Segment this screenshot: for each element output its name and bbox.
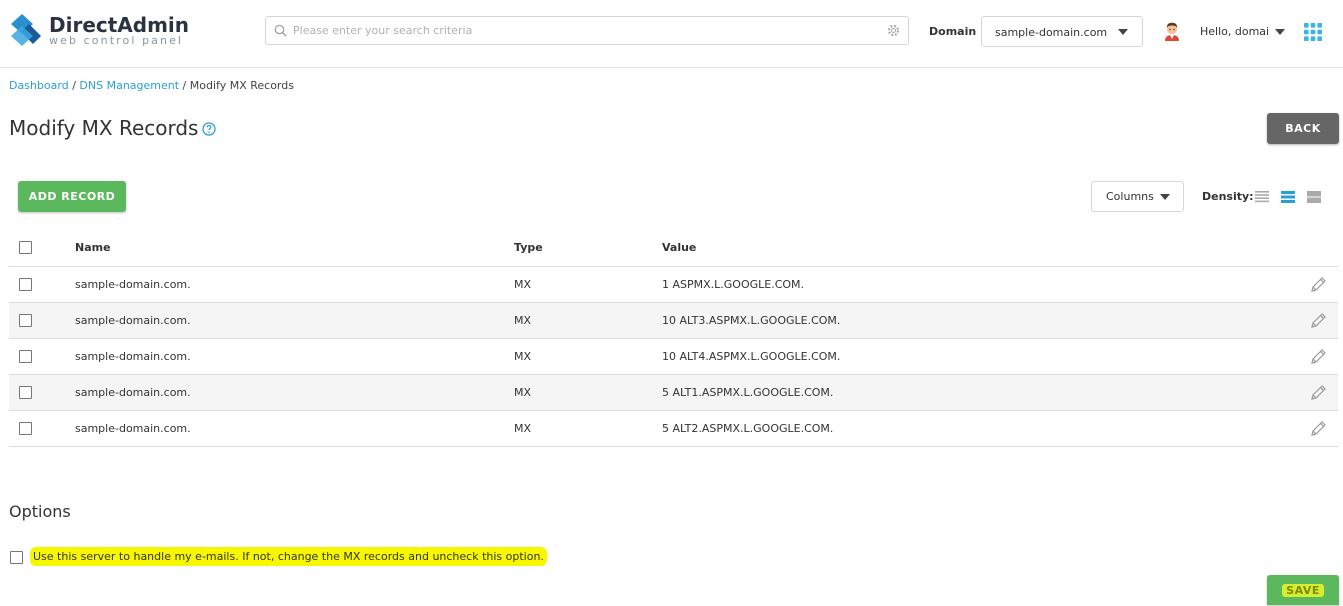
record-type: MX [514,278,532,291]
domain-select[interactable]: sample-domain.com [981,16,1143,47]
options-heading: Options [9,502,71,521]
row-checkbox[interactable] [19,386,32,399]
search-input[interactable] [293,17,873,44]
density-compact-icon[interactable] [1255,190,1269,204]
breadcrumb-current: Modify MX Records [189,79,294,92]
user-menu-chevron-icon[interactable] [1275,29,1285,35]
brand-subtitle: web control panel [49,34,184,47]
save-button-label: SAVE [1282,584,1324,597]
column-header-name[interactable]: Name [75,241,111,254]
columns-dropdown[interactable]: Columns [1091,181,1184,212]
edit-pencil-icon[interactable] [1309,276,1327,294]
record-name: sample-domain.com. [75,350,191,363]
edit-pencil-icon[interactable] [1309,312,1327,330]
breadcrumb-separator: / [182,79,187,92]
record-type: MX [514,386,532,399]
record-type: MX [514,314,532,327]
row-checkbox[interactable] [19,278,32,291]
directadmin-logo-icon [11,14,41,46]
record-type: MX [514,422,532,435]
search-settings-gear-icon[interactable] [887,24,900,37]
density-label: Density: [1202,190,1254,203]
user-avatar[interactable] [1161,20,1183,42]
user-greeting[interactable]: Hello, domai [1200,25,1269,38]
table-row[interactable]: sample-domain.com. MX 5 ALT2.ASPMX.L.GOO… [9,411,1338,447]
columns-dropdown-label: Columns [1106,190,1154,203]
breadcrumb-dashboard-link[interactable]: Dashboard [9,79,69,92]
record-name: sample-domain.com. [75,278,191,291]
add-record-button[interactable]: ADD RECORD [18,181,126,212]
apps-grid-icon[interactable] [1304,23,1322,41]
breadcrumb: Dashboard / DNS Management / Modify MX R… [9,79,294,92]
help-icon[interactable] [202,122,216,136]
column-header-value[interactable]: Value [662,241,696,254]
back-button[interactable]: BACK [1267,113,1339,144]
record-value: 1 ASPMX.L.GOOGLE.COM. [662,278,805,291]
table-row[interactable]: sample-domain.com. MX 5 ALT1.ASPMX.L.GOO… [9,375,1338,411]
record-value: 10 ALT3.ASPMX.L.GOOGLE.COM. [662,314,841,327]
handle-email-checkbox[interactable] [10,551,23,564]
top-header: DirectAdmin web control panel Domain sam… [0,0,1343,68]
brand-logo[interactable]: DirectAdmin web control panel [9,12,199,52]
page-title: Modify MX Records [9,116,199,140]
domain-select-value: sample-domain.com [995,26,1108,39]
edit-pencil-icon[interactable] [1309,348,1327,366]
table-header-row: Name Type Value [9,230,1338,267]
record-name: sample-domain.com. [75,422,191,435]
search-icon [274,24,287,37]
density-standard-icon[interactable] [1281,190,1295,204]
chevron-down-icon [1118,29,1128,35]
row-checkbox[interactable] [19,422,32,435]
breadcrumb-dns-management-link[interactable]: DNS Management [79,79,179,92]
row-checkbox[interactable] [19,314,32,327]
breadcrumb-separator: / [72,79,76,92]
save-button[interactable]: SAVE [1267,575,1339,605]
edit-pencil-icon[interactable] [1309,384,1327,402]
handle-email-label[interactable]: Use this server to handle my e-mails. If… [30,547,547,566]
record-name: sample-domain.com. [75,314,191,327]
chevron-down-icon [1160,194,1170,200]
column-header-type[interactable]: Type [514,241,543,254]
record-value: 5 ALT2.ASPMX.L.GOOGLE.COM. [662,422,834,435]
table-row[interactable]: sample-domain.com. MX 1 ASPMX.L.GOOGLE.C… [9,267,1338,303]
density-comfortable-icon[interactable] [1307,190,1321,204]
table-row[interactable]: sample-domain.com. MX 10 ALT4.ASPMX.L.GO… [9,339,1338,375]
table-row[interactable]: sample-domain.com. MX 10 ALT3.ASPMX.L.GO… [9,303,1338,339]
select-all-checkbox[interactable] [19,241,32,254]
record-type: MX [514,350,532,363]
record-value: 10 ALT4.ASPMX.L.GOOGLE.COM. [662,350,841,363]
edit-pencil-icon[interactable] [1309,420,1327,438]
mx-records-table: Name Type Value sample-domain.com. MX 1 … [9,230,1338,447]
search-box [265,16,909,45]
domain-label: Domain [929,25,977,38]
record-value: 5 ALT1.ASPMX.L.GOOGLE.COM. [662,386,834,399]
record-name: sample-domain.com. [75,386,191,399]
row-checkbox[interactable] [19,350,32,363]
